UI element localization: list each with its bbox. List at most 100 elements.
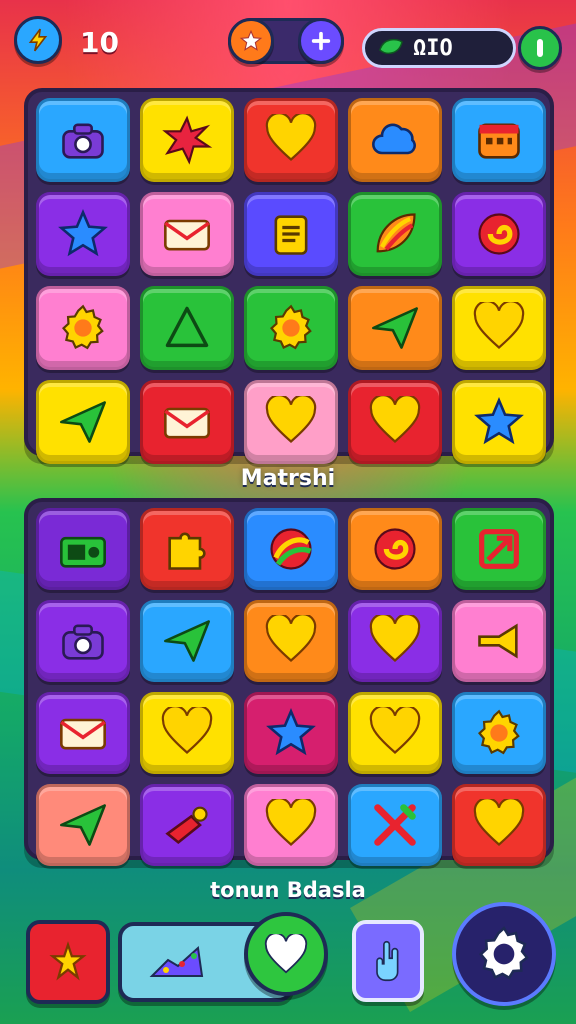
top-board-tile[interactable]: [140, 380, 234, 464]
bottom-board-tile[interactable]: [452, 508, 546, 590]
bottom-board-tile[interactable]: [36, 784, 130, 866]
bottom-board-tile[interactable]: [348, 600, 442, 682]
mail-icon: [60, 718, 106, 750]
paper-plane-icon: [372, 307, 418, 349]
starburst-icon: [162, 115, 213, 165]
top-board-tile[interactable]: [348, 98, 442, 182]
booster-button[interactable]: [26, 920, 110, 1004]
gear-icon: [478, 926, 529, 980]
top-board-tile[interactable]: [348, 286, 442, 370]
heart-icon: [369, 707, 421, 754]
add-currency-button[interactable]: [298, 18, 344, 64]
top-board-tile[interactable]: [348, 192, 442, 276]
heart-icon: [161, 707, 213, 754]
radio-icon: [60, 536, 106, 568]
top-board-tile[interactable]: [348, 380, 442, 464]
bottom-board-tile[interactable]: [140, 784, 234, 866]
top-board-tile[interactable]: [140, 286, 234, 370]
gear-icon: [478, 709, 520, 755]
bottom-board-tile[interactable]: [244, 600, 338, 682]
mail-icon: [164, 407, 210, 439]
top-board-tile[interactable]: [452, 98, 546, 182]
bottom-label: tonun Bdasla: [210, 878, 366, 902]
bottom-board-tile[interactable]: [140, 508, 234, 590]
heart-icon: [265, 615, 317, 662]
top-board-tile[interactable]: [36, 380, 130, 464]
top-board: [24, 88, 554, 464]
heart-icon: [473, 799, 525, 846]
hand-tool-button[interactable]: [352, 920, 424, 1002]
leaf-icon: [379, 38, 403, 55]
gear-icon: [270, 304, 312, 350]
bottom-board-tile[interactable]: [140, 600, 234, 682]
pause-icon: [537, 39, 543, 57]
bottom-board-tile[interactable]: [348, 784, 442, 866]
bottom-board-tile[interactable]: [36, 600, 130, 682]
plus-icon: [311, 31, 331, 51]
moves-counter: 10: [80, 26, 119, 59]
star-icon: [266, 708, 316, 756]
top-board-tile[interactable]: [244, 286, 338, 370]
calendar-icon: [478, 123, 520, 159]
score-bar: ΩΙΟ: [362, 28, 516, 68]
heart-icon: [369, 615, 421, 662]
square-arrow-icon: [479, 529, 519, 569]
bottom-board-tile[interactable]: [452, 600, 546, 682]
mail-icon: [164, 219, 210, 251]
bottom-board-tile[interactable]: [244, 508, 338, 590]
lightning-icon: [28, 28, 48, 52]
top-board-tile[interactable]: [140, 98, 234, 182]
triangle-icon: [165, 306, 209, 348]
star-icon: [474, 397, 524, 445]
star-badge-icon: [239, 29, 263, 51]
top-board-tile[interactable]: [244, 192, 338, 276]
score-value: ΩΙΟ: [413, 35, 453, 61]
bottom-board-tile[interactable]: [244, 784, 338, 866]
top-board-tile[interactable]: [36, 192, 130, 276]
hand-icon: [376, 940, 399, 982]
rainbow-ball-icon: [270, 528, 312, 570]
star-coin: [228, 18, 274, 64]
bottom-board-tile[interactable]: [348, 508, 442, 590]
gear-icon: [62, 304, 104, 350]
heart-button[interactable]: [244, 912, 328, 996]
top-board-tile[interactable]: [244, 380, 338, 464]
paint-brush-icon: [165, 806, 208, 844]
top-board-tile[interactable]: [452, 380, 546, 464]
bottom-board-tile[interactable]: [36, 692, 130, 774]
puzzle-icon: [168, 532, 206, 570]
camera-icon: [62, 123, 104, 159]
bottom-board-tile[interactable]: [244, 692, 338, 774]
trumpet-icon: [478, 623, 518, 659]
settings-button[interactable]: [452, 902, 556, 1006]
top-board-tile[interactable]: [140, 192, 234, 276]
bottom-board-tile[interactable]: [36, 508, 130, 590]
top-board-tile[interactable]: [452, 286, 546, 370]
bottom-board: [24, 498, 554, 866]
rainbow-leaf-icon: [376, 213, 416, 253]
heart-icon: [265, 799, 317, 846]
bottom-board-tile[interactable]: [452, 784, 546, 866]
paper-plane-icon: [164, 620, 210, 662]
paper-plane-icon: [60, 804, 106, 846]
boost-button[interactable]: [14, 16, 62, 64]
top-board-tile[interactable]: [452, 192, 546, 276]
top-board-tile[interactable]: [36, 286, 130, 370]
heart-icon: [264, 934, 308, 974]
heart-icon: [265, 396, 317, 443]
heart-icon: [369, 396, 421, 443]
top-board-tile[interactable]: [244, 98, 338, 182]
crossed-tools-icon: [374, 804, 416, 846]
bottom-board-tile[interactable]: [348, 692, 442, 774]
bottom-board-tile[interactable]: [140, 692, 234, 774]
board-title: Matrshi: [240, 466, 336, 491]
camera-icon: [62, 624, 104, 660]
boost-star-icon: [49, 941, 87, 981]
top-board-tile[interactable]: [36, 98, 130, 182]
cloud-icon: [372, 123, 416, 155]
paper-plane-icon: [60, 401, 106, 443]
progress-hill-icon: [149, 946, 204, 977]
notepad-icon: [274, 215, 308, 255]
pause-button[interactable]: [518, 26, 562, 70]
bottom-board-tile[interactable]: [452, 692, 546, 774]
